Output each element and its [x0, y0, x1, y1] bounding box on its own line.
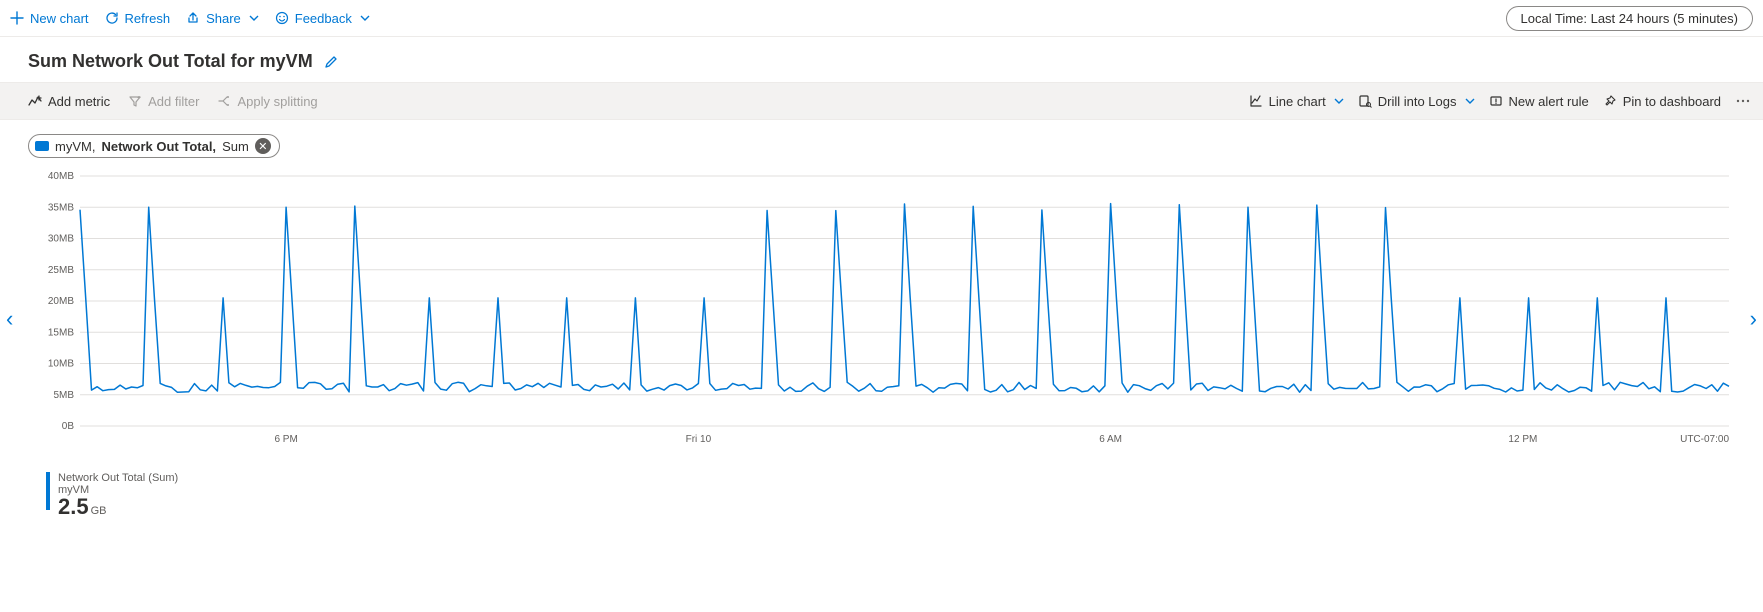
feedback-button[interactable]: Feedback — [275, 11, 370, 26]
filter-icon — [128, 94, 142, 108]
svg-text:UTC-07:00: UTC-07:00 — [1680, 434, 1729, 445]
svg-text:5MB: 5MB — [53, 390, 74, 401]
alert-icon — [1489, 94, 1503, 108]
new-alert-rule-label: New alert rule — [1509, 94, 1589, 109]
chevron-down-icon — [360, 13, 370, 23]
legend-color-bar — [46, 472, 50, 510]
new-chart-button[interactable]: New chart — [10, 11, 89, 26]
share-label: Share — [206, 11, 241, 26]
chevron-down-icon — [249, 13, 259, 23]
svg-text:35MB: 35MB — [48, 202, 74, 213]
legend: Network Out Total (Sum) myVM 2.5GB — [0, 466, 1763, 528]
next-time-button[interactable]: › — [1750, 306, 1757, 332]
add-filter-label: Add filter — [148, 94, 199, 109]
new-alert-rule-button[interactable]: New alert rule — [1489, 94, 1589, 109]
time-range-pill[interactable]: Local Time: Last 24 hours (5 minutes) — [1506, 6, 1754, 31]
legend-value: 2.5 — [58, 494, 89, 519]
svg-text:0B: 0B — [62, 421, 75, 432]
pin-icon — [1603, 94, 1617, 108]
legend-series-name: Network Out Total (Sum) — [58, 472, 178, 484]
svg-text:15MB: 15MB — [48, 327, 74, 338]
svg-text:6 AM: 6 AM — [1099, 434, 1122, 445]
add-filter-button[interactable]: Add filter — [128, 94, 199, 109]
new-chart-label: New chart — [30, 11, 89, 26]
svg-text:10MB: 10MB — [48, 359, 74, 370]
legend-unit: GB — [91, 505, 107, 517]
svg-text:20MB: 20MB — [48, 296, 74, 307]
svg-text:12 PM: 12 PM — [1508, 434, 1537, 445]
drill-into-logs-label: Drill into Logs — [1378, 94, 1457, 109]
prev-time-button[interactable]: ‹ — [6, 306, 13, 332]
pin-to-dashboard-label: Pin to dashboard — [1623, 94, 1721, 109]
ellipsis-icon — [1735, 94, 1751, 108]
metric-pill-row: myVM, Network Out Total, Sum ✕ — [0, 120, 1763, 166]
chevron-down-icon — [1334, 96, 1344, 106]
apply-splitting-button[interactable]: Apply splitting — [217, 94, 317, 109]
metric-pill-agg: Sum — [222, 139, 249, 154]
feedback-label: Feedback — [295, 11, 352, 26]
chart-command-bar: Add metric Add filter Apply splitting Li… — [0, 82, 1763, 120]
edit-title-button[interactable] — [323, 54, 339, 70]
line-chart: 0B 5MB 10MB 15MB 20MB 25MB 30MB 35MB 40MB 6 PM Fri… — [24, 166, 1739, 466]
refresh-button[interactable]: Refresh — [105, 11, 171, 26]
metric-pill-metric: Network Out Total, — [101, 139, 216, 154]
share-button[interactable]: Share — [186, 11, 259, 26]
share-icon — [186, 11, 200, 25]
svg-text:30MB: 30MB — [48, 234, 74, 245]
chevron-down-icon — [1465, 96, 1475, 106]
refresh-label: Refresh — [125, 11, 171, 26]
chart-title-row: Sum Network Out Total for myVM — [0, 37, 1763, 82]
top-toolbar: New chart Refresh Share Feedback Local T… — [0, 0, 1763, 37]
chart-area: ‹ › 0B5MB10MB15MB20MB25MB30MB35MB40MB6 P… — [24, 166, 1739, 466]
chart-type-label: Line chart — [1269, 94, 1326, 109]
svg-text:40MB: 40MB — [48, 171, 74, 182]
apply-splitting-label: Apply splitting — [237, 94, 317, 109]
metric-pill[interactable]: myVM, Network Out Total, Sum ✕ — [28, 134, 280, 158]
drill-into-logs-button[interactable]: Drill into Logs — [1358, 94, 1475, 109]
monitor-icon — [35, 141, 49, 151]
split-icon — [217, 94, 231, 108]
svg-text:25MB: 25MB — [48, 265, 74, 276]
plus-icon — [10, 11, 24, 25]
svg-text:Fri 10: Fri 10 — [686, 434, 712, 445]
add-metric-button[interactable]: Add metric — [28, 94, 110, 109]
chart-type-button[interactable]: Line chart — [1249, 94, 1344, 109]
remove-metric-button[interactable]: ✕ — [255, 138, 271, 154]
pin-to-dashboard-button[interactable]: Pin to dashboard — [1603, 94, 1721, 109]
smiley-icon — [275, 11, 289, 25]
svg-text:6 PM: 6 PM — [274, 434, 297, 445]
add-metric-label: Add metric — [48, 94, 110, 109]
line-chart-icon — [1249, 94, 1263, 108]
logs-icon — [1358, 94, 1372, 108]
more-button[interactable] — [1735, 94, 1751, 108]
metric-pill-resource: myVM, — [55, 139, 95, 154]
chart-title: Sum Network Out Total for myVM — [28, 51, 313, 72]
refresh-icon — [105, 11, 119, 25]
add-metric-icon — [28, 94, 42, 108]
